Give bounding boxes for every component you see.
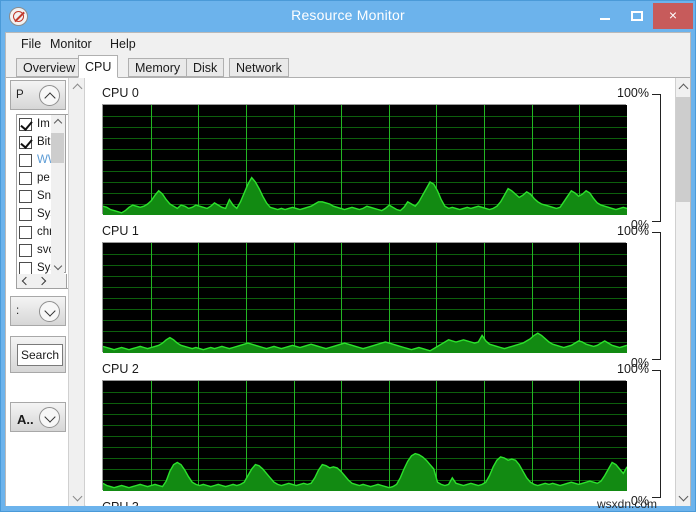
list-item-label: Sn <box>37 190 52 202</box>
tab-strip: Overview CPU Memory Disk Network <box>6 55 690 78</box>
panel-header-associated[interactable]: A.. <box>10 402 66 432</box>
axis-label-max: 100% <box>617 224 649 238</box>
search-input[interactable]: Search <box>17 344 63 366</box>
resource-monitor-window: Resource Monitor × File Monitor Help Ove… <box>0 0 696 512</box>
process-checkbox[interactable] <box>19 244 32 257</box>
menu-item-file[interactable]: File <box>17 36 45 52</box>
axis-bracket <box>652 94 661 222</box>
process-list-scrollbar[interactable] <box>51 114 66 274</box>
chart-title: CPU 2 <box>102 362 139 376</box>
minimize-icon <box>600 18 610 20</box>
process-checkbox[interactable] <box>19 118 32 131</box>
cpu-usage-graph <box>102 242 627 353</box>
panel-header-processes[interactable]: P <box>10 80 66 110</box>
client-area: File Monitor Help Overview CPU Memory Di… <box>5 32 691 506</box>
panel-header-services-label: : <box>16 305 20 317</box>
minimize-button[interactable] <box>589 4 621 28</box>
tab-cpu[interactable]: CPU <box>78 55 119 78</box>
panel-header-processes-label: P <box>16 89 24 101</box>
search-panel: Search <box>10 336 66 373</box>
chart-title: CPU 0 <box>102 86 139 100</box>
scroll-up-icon[interactable] <box>676 79 690 96</box>
process-list-hscrollbar[interactable] <box>16 274 67 289</box>
scroll-up-icon[interactable] <box>51 115 64 130</box>
process-checkbox[interactable] <box>19 136 32 149</box>
process-checkbox[interactable] <box>19 190 32 203</box>
scrollbar-thumb[interactable] <box>51 133 64 163</box>
scroll-up-icon[interactable] <box>69 79 85 96</box>
scroll-down-icon[interactable] <box>69 488 85 505</box>
maximize-button[interactable] <box>621 4 653 28</box>
scroll-left-icon[interactable] <box>18 274 33 287</box>
tab-disk[interactable]: Disk <box>186 58 225 77</box>
sidebar-scrollbar[interactable] <box>68 78 85 506</box>
page-body: P ImBitWWpeSnSyschrsvcSysch : <box>6 77 690 506</box>
cpu-chart-block: CPU 1 100% 0% <box>86 224 675 370</box>
title-bar: Resource Monitor × <box>1 1 695 32</box>
chart-title: CPU 1 <box>102 224 139 238</box>
chevron-up-icon[interactable] <box>39 85 60 106</box>
sidebar: P ImBitWWpeSnSyschrsvcSysch : <box>6 78 68 506</box>
scrollbar-thumb[interactable] <box>676 97 690 202</box>
tab-overview[interactable]: Overview <box>16 58 83 77</box>
list-item-label: Bit <box>37 136 51 148</box>
maximize-icon <box>631 11 643 21</box>
scroll-down-icon[interactable] <box>676 488 690 505</box>
axis-label-max: 100% <box>617 86 649 100</box>
menu-item-monitor[interactable]: Monitor <box>46 36 96 52</box>
list-item-label: pe <box>37 172 50 184</box>
charts-scrollbar[interactable] <box>675 78 690 506</box>
cpu-chart-block: CPU 0 100% 0% <box>86 86 675 232</box>
cpu-chart-block: CPU 3 <box>86 500 675 506</box>
chevron-down-icon[interactable] <box>39 407 60 428</box>
panel-header-associated-label: A.. <box>17 412 34 427</box>
scroll-right-icon[interactable] <box>36 274 51 287</box>
process-checkbox[interactable] <box>19 226 32 239</box>
tab-network[interactable]: Network <box>229 58 289 77</box>
menu-item-help[interactable]: Help <box>106 36 140 52</box>
close-button[interactable]: × <box>653 3 693 29</box>
panel-header-services[interactable]: : <box>10 296 66 326</box>
close-icon: × <box>668 7 678 23</box>
cpu-usage-graph <box>102 380 627 491</box>
chevron-down-icon[interactable] <box>39 301 60 322</box>
chart-title: CPU 3 <box>102 500 139 506</box>
watermark: wsxdn.com <box>597 497 658 511</box>
axis-bracket <box>652 232 661 360</box>
process-checkbox[interactable] <box>19 172 32 185</box>
tab-memory[interactable]: Memory <box>128 58 188 77</box>
menu-bar: File Monitor Help <box>6 33 690 55</box>
cpu-usage-graph <box>102 104 627 215</box>
axis-bracket <box>652 370 661 498</box>
process-checkbox[interactable] <box>19 154 32 167</box>
axis-label-max: 100% <box>617 362 649 376</box>
cpu-chart-block: CPU 2 100% 0% <box>86 362 675 506</box>
process-checkbox[interactable] <box>19 208 32 221</box>
scroll-down-icon[interactable] <box>51 259 64 274</box>
cpu-charts-pane: CPU 0100%0%CPU 1100%0%CPU 2100%0%CPU 3 <box>86 78 675 506</box>
list-item-label: Im <box>37 118 50 130</box>
